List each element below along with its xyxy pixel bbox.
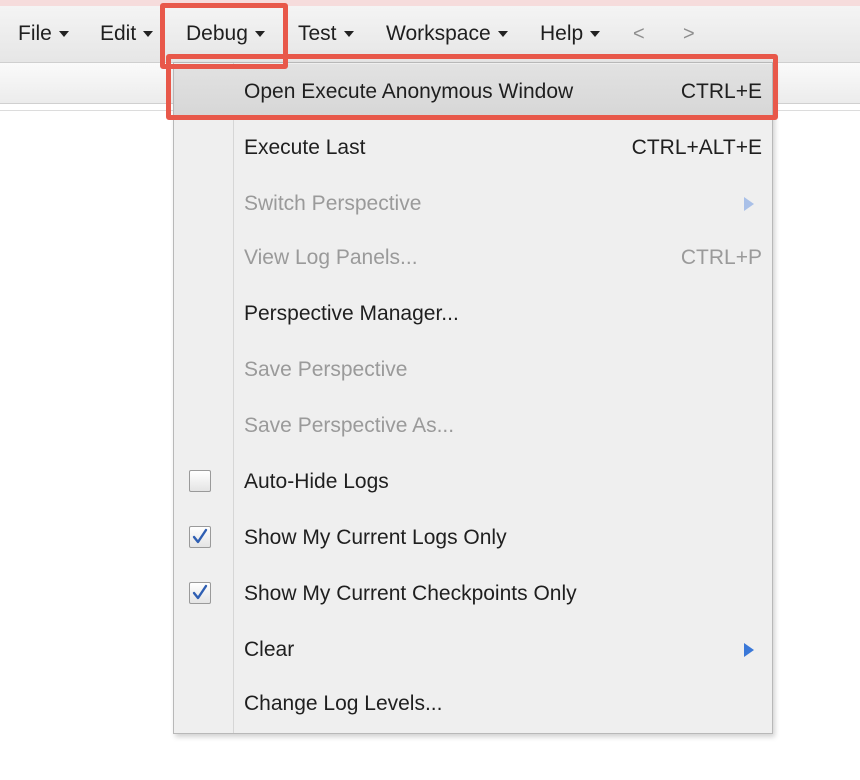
menu-item-label: Show My Current Logs Only bbox=[244, 526, 507, 549]
menu-item-label: Switch Perspective bbox=[244, 192, 422, 215]
menu-item-view-log-panels[interactable]: View Log Panels... CTRL+P bbox=[174, 230, 772, 286]
menu-item-label: Save Perspective As... bbox=[244, 414, 455, 437]
menu-item-label: Change Log Levels... bbox=[244, 692, 443, 715]
shortcut-label: CTRL+P bbox=[680, 246, 762, 269]
caret-down-icon bbox=[497, 31, 508, 38]
menu-item-execute-last[interactable]: Execute Last CTRL+ALT+E bbox=[174, 120, 772, 176]
menu-item-label: Save Perspective bbox=[244, 358, 408, 381]
menu-workspace-label: Workspace bbox=[386, 22, 491, 45]
menu-item-change-log-levels[interactable]: Change Log Levels... bbox=[174, 676, 772, 732]
menu-item-auto-hide-logs[interactable]: Auto-Hide Logs bbox=[174, 454, 772, 510]
menu-item-label: Clear bbox=[244, 638, 295, 661]
menu-item-show-my-current-logs-only[interactable]: Show My Current Logs Only bbox=[174, 510, 772, 566]
menu-item-label: Auto-Hide Logs bbox=[244, 470, 389, 493]
checkbox-checked-icon[interactable] bbox=[189, 582, 211, 604]
open-execute-anonymous-highlight-box bbox=[166, 54, 778, 120]
menu-edit[interactable]: Edit bbox=[100, 6, 154, 62]
menu-item-clear[interactable]: Clear bbox=[174, 622, 772, 678]
submenu-arrow-icon bbox=[744, 197, 754, 211]
checkmark-icon bbox=[192, 528, 208, 544]
menu-file-label: File bbox=[18, 22, 52, 45]
debug-dropdown-menu: Open Execute Anonymous Window CTRL+E Exe… bbox=[173, 62, 773, 734]
menu-item-label: Perspective Manager... bbox=[244, 302, 459, 325]
submenu-arrow-icon bbox=[744, 643, 754, 657]
menu-edit-label: Edit bbox=[100, 22, 137, 45]
menu-item-label: Show My Current Checkpoints Only bbox=[244, 582, 577, 605]
caret-down-icon bbox=[343, 31, 354, 38]
caret-down-icon bbox=[58, 31, 69, 38]
caret-down-icon bbox=[590, 31, 601, 38]
checkmark-icon bbox=[192, 584, 208, 600]
menu-item-save-perspective-as[interactable]: Save Perspective As... bbox=[174, 398, 772, 454]
menu-test-label: Test bbox=[298, 22, 337, 45]
menu-item-show-my-current-checkpoints-only[interactable]: Show My Current Checkpoints Only bbox=[174, 566, 772, 622]
menu-item-perspective-manager[interactable]: Perspective Manager... bbox=[174, 286, 772, 342]
menu-item-label: Execute Last bbox=[244, 136, 366, 159]
caret-down-icon bbox=[143, 31, 154, 38]
menu-item-label: View Log Panels... bbox=[244, 246, 418, 269]
checkbox-checked-icon[interactable] bbox=[189, 526, 211, 548]
menu-help-label: Help bbox=[540, 22, 584, 45]
checkbox-unchecked-icon[interactable] bbox=[189, 470, 211, 492]
shortcut-label: CTRL+ALT+E bbox=[631, 136, 762, 159]
menu-file[interactable]: File bbox=[18, 6, 69, 62]
menu-item-switch-perspective[interactable]: Switch Perspective bbox=[174, 176, 772, 232]
menu-item-save-perspective[interactable]: Save Perspective bbox=[174, 342, 772, 398]
